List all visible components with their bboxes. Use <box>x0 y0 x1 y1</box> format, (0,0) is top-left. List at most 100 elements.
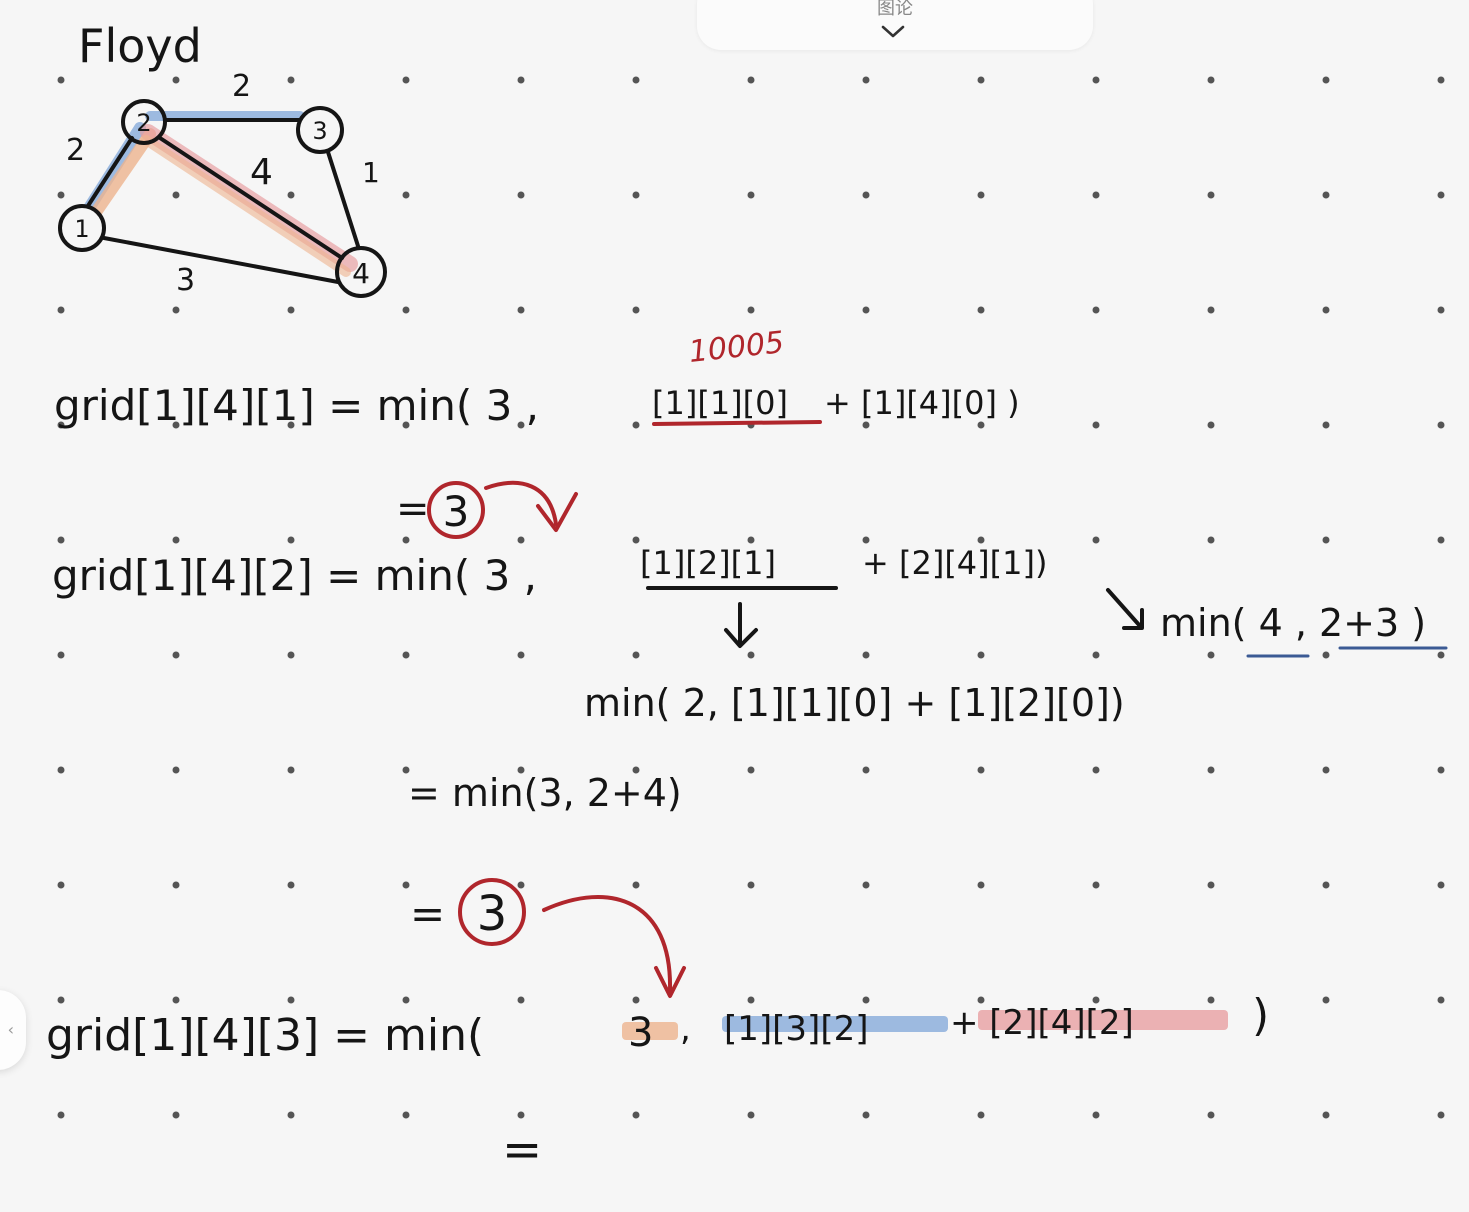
edge-weight-1-2: 2 <box>66 133 85 168</box>
grid-dot <box>862 766 870 774</box>
grid-dot <box>1092 766 1100 774</box>
grid-dot <box>172 536 180 544</box>
grid-dot <box>287 191 295 199</box>
formula-line-6: = <box>502 1122 542 1178</box>
grid-dot <box>1207 766 1215 774</box>
grid-dot <box>517 1111 525 1119</box>
grid-dot <box>977 651 985 659</box>
grid-dot <box>287 651 295 659</box>
grid-dot <box>1322 191 1330 199</box>
grid-dot <box>632 881 640 889</box>
circled-value: 3 <box>443 487 470 536</box>
grid-dot <box>402 306 410 314</box>
graph-title: Floyd <box>78 19 202 73</box>
grid-dot <box>517 536 525 544</box>
annotation-10005: 10005 <box>687 325 786 370</box>
edge-weight-3-4: 1 <box>362 156 380 189</box>
grid-dot <box>57 306 65 314</box>
grid-dot <box>1207 881 1215 889</box>
grid-dot <box>977 536 985 544</box>
grid-dot <box>1322 76 1330 84</box>
grid-dot <box>517 191 525 199</box>
grid-dot <box>862 651 870 659</box>
grid-dot <box>1092 76 1100 84</box>
grid-dot <box>1322 881 1330 889</box>
grid-dot <box>1092 1111 1100 1119</box>
grid-dot <box>1437 76 1445 84</box>
grid-dot <box>57 191 65 199</box>
grid-dot <box>977 881 985 889</box>
grid-dot <box>57 766 65 774</box>
handwritten-notes: Floyd 1 2 3 4 2 2 4 1 3 10005 grid[1][4]… <box>46 19 1448 1178</box>
grid-dot <box>287 1111 295 1119</box>
grid-dot <box>632 191 640 199</box>
grid-dot <box>632 651 640 659</box>
grid-dot <box>1437 306 1445 314</box>
grid-dot <box>517 881 525 889</box>
grid-dot <box>747 306 755 314</box>
graph-node-label: 4 <box>352 257 370 290</box>
grid-dot <box>747 536 755 544</box>
grid-dot <box>862 996 870 1004</box>
chevron-down-icon[interactable] <box>880 24 906 40</box>
grid-dot <box>172 651 180 659</box>
notebook-title: 图论 <box>877 0 913 19</box>
grid-dot <box>1437 191 1445 199</box>
circled-value-2: 3 <box>477 886 508 942</box>
edge-weight-2-3: 2 <box>232 69 251 104</box>
grid-dot <box>1322 536 1330 544</box>
grid-dot <box>632 421 640 429</box>
grid-dot <box>1437 766 1445 774</box>
grid-dot <box>287 766 295 774</box>
grid-dot <box>862 881 870 889</box>
grid-dot <box>977 306 985 314</box>
formula-line-3: min( 2, [1][1][0] + [1][2][0]) <box>584 681 1125 725</box>
formula-line-2-rhs-a: [1][2][1] <box>640 544 776 582</box>
grid-dot <box>1092 536 1100 544</box>
grid-dot <box>747 191 755 199</box>
grid-dot <box>632 536 640 544</box>
grid-dot <box>1207 651 1215 659</box>
grid-dot <box>632 996 640 1004</box>
grid-dot <box>517 651 525 659</box>
red-arrow-head <box>536 492 578 532</box>
grid-dot <box>1437 881 1445 889</box>
grid-dot <box>1092 421 1100 429</box>
grid-dot <box>1092 191 1100 199</box>
grid-dot <box>172 881 180 889</box>
grid-dot <box>862 76 870 84</box>
formula-line-1-lhs: grid[1][4][1] = min( 3 , <box>54 381 539 430</box>
grid-dot <box>1322 421 1330 429</box>
grid-dot <box>1437 651 1445 659</box>
grid-dot <box>172 1111 180 1119</box>
graph-node-1: 1 <box>58 204 106 252</box>
grid-dot <box>1322 306 1330 314</box>
grid-dot <box>402 536 410 544</box>
formula-line-5-lhs: grid[1][4][3] = min( <box>46 1010 484 1061</box>
grid-dot <box>287 536 295 544</box>
grid-dot <box>632 306 640 314</box>
grid-dot <box>977 1111 985 1119</box>
grid-dot <box>172 766 180 774</box>
graph-node-3: 3 <box>296 106 344 154</box>
grid-dot <box>402 76 410 84</box>
notebook-title-bar[interactable]: 图论 <box>697 0 1093 50</box>
grid-dot <box>632 1111 640 1119</box>
grid-dot <box>747 766 755 774</box>
formula-line-5-close: ) <box>1252 990 1269 1041</box>
graph-node-label: 3 <box>312 117 327 145</box>
equals-sign-2: = <box>410 889 445 938</box>
grid-dot <box>402 651 410 659</box>
grid-dot <box>402 191 410 199</box>
formula-line-5-rhs-a: [1][3][2] <box>724 1009 868 1049</box>
grid-dot <box>172 306 180 314</box>
formula-line-5-comma: , <box>680 1009 691 1049</box>
graph-node-label: 2 <box>136 109 151 137</box>
grid-dot <box>402 881 410 889</box>
formula-line-1-rhs-b: + [1][4][0] ) <box>824 384 1020 422</box>
grid-dot <box>517 76 525 84</box>
grid-dot <box>862 306 870 314</box>
grid-dot <box>1322 1111 1330 1119</box>
notebook-canvas: Floyd 1 2 3 4 2 2 4 1 3 10005 grid[1][4]… <box>0 0 1469 1212</box>
grid-dot <box>402 996 410 1004</box>
